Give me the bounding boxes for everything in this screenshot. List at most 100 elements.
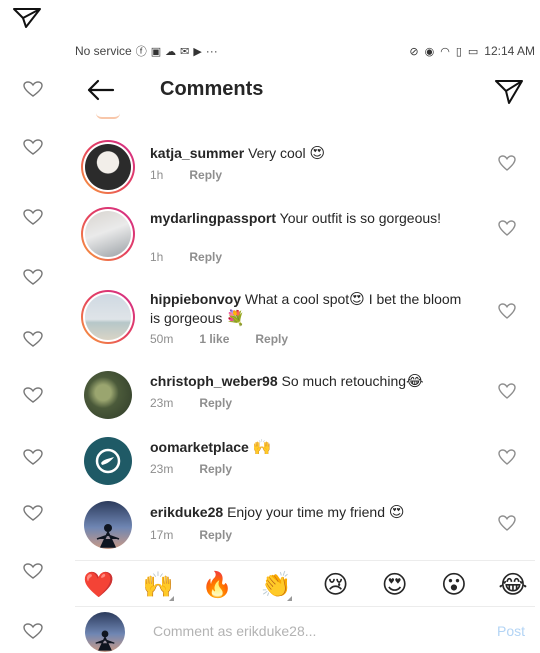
comment-item: christoph_weber98 So much retouching😂 23… — [75, 368, 535, 428]
comment-meta: 1h Reply — [150, 168, 222, 182]
like-count[interactable]: 1 like — [199, 332, 229, 346]
emoji-quick-bar: ❤️ 🙌 🔥 👏 😢 😍 😮 😂 — [75, 560, 535, 601]
marketplace-logo-icon — [95, 448, 121, 474]
share-button[interactable] — [493, 76, 525, 106]
facebook-icon: ⓕ — [135, 46, 147, 58]
comment-body: What a cool spot — [244, 291, 350, 307]
comment-time: 1h — [150, 250, 164, 264]
raising-hands-emoji: 🙌 — [252, 439, 272, 456]
comment-body: Very cool — [248, 145, 306, 161]
carrier-label: No service — [75, 44, 132, 58]
comment-time: 17m — [150, 528, 174, 542]
reply-button[interactable]: Reply — [199, 528, 232, 542]
comment-username[interactable]: christoph_weber98 — [150, 373, 278, 389]
emoji-fire[interactable]: 🔥 — [197, 571, 237, 599]
status-time: 12:14 AM — [484, 44, 535, 58]
comment-item: oomarketplace 🙌 23m Reply — [75, 432, 535, 492]
like-heart-icon[interactable] — [497, 302, 517, 320]
reply-button[interactable]: Reply — [199, 396, 232, 410]
avatar[interactable] — [84, 501, 132, 549]
emoji-red-heart[interactable]: ❤️ — [79, 571, 119, 599]
emoji-surprised-face[interactable]: 😮 — [434, 571, 474, 599]
comment-text: mydarlingpassport Your outfit is so gorg… — [150, 209, 470, 228]
emoji-heart-eyes[interactable]: 😍 — [375, 571, 415, 599]
comment-username[interactable]: katja_summer — [150, 145, 244, 161]
comment-username[interactable]: erikduke28 — [150, 504, 223, 520]
own-avatar — [85, 612, 125, 652]
wifi-icon: ◠ — [440, 45, 450, 58]
reply-button[interactable]: Reply — [189, 168, 222, 182]
comment-text: hippiebonvoy What a cool spot😍 I bet the… — [150, 290, 470, 328]
avatar[interactable] — [81, 290, 135, 344]
heart-outline-icon[interactable] — [22, 138, 44, 156]
comment-username[interactable]: hippiebonvoy — [150, 291, 241, 307]
play-icon: ▶ — [193, 45, 202, 58]
heart-outline-icon[interactable] — [22, 268, 44, 286]
paper-plane-icon — [495, 80, 523, 104]
comment-text: erikduke28 Enjoy your time my friend 😍 — [150, 503, 470, 522]
reply-button[interactable]: Reply — [199, 462, 232, 476]
avatar[interactable] — [84, 437, 132, 485]
like-heart-icon[interactable] — [497, 514, 517, 532]
comment-time: 50m — [150, 332, 174, 346]
heart-outline-icon[interactable] — [22, 504, 44, 522]
s-app-icon: ▣ — [150, 45, 162, 58]
like-heart-icon[interactable] — [497, 154, 517, 172]
heart-eyes-emoji: 😍 — [349, 291, 365, 308]
comment-body: Enjoy your time my friend — [227, 504, 386, 520]
heart-outline-icon[interactable] — [22, 448, 44, 466]
like-heart-icon[interactable] — [497, 219, 517, 237]
heart-outline-icon[interactable] — [22, 208, 44, 226]
reply-button[interactable]: Reply — [189, 250, 222, 264]
comment-text: oomarketplace 🙌 — [150, 438, 470, 457]
mail-icon: ✉ — [180, 45, 190, 58]
arrow-left-icon — [87, 79, 115, 101]
comment-meta: 1h Reply — [150, 250, 222, 264]
paper-plane-icon[interactable] — [12, 6, 42, 30]
avatar[interactable] — [81, 140, 135, 194]
comment-item: katja_summer Very cool 😍 1h Reply — [75, 140, 535, 200]
comment-time: 23m — [150, 396, 174, 410]
heart-eyes-emoji: 😍 — [309, 145, 326, 162]
heart-outline-icon[interactable] — [22, 330, 44, 348]
cloud-icon: ☁ — [165, 45, 177, 58]
laughing-emoji: 😂 — [406, 373, 424, 390]
comment-composer: Post — [75, 606, 535, 653]
heart-outline-icon[interactable] — [22, 80, 44, 98]
heart-outline-icon[interactable] — [22, 622, 44, 640]
post-button[interactable]: Post — [497, 623, 525, 639]
clapping-hands-emoji: 👏 — [260, 570, 292, 599]
more-notifications: ··· — [205, 44, 218, 58]
comment-time: 1h — [150, 168, 164, 182]
heart-outline-icon[interactable] — [22, 386, 44, 404]
like-heart-icon[interactable] — [497, 448, 517, 466]
comment-username[interactable]: mydarlingpassport — [150, 210, 276, 226]
reply-button[interactable]: Reply — [255, 332, 288, 346]
comment-meta: 17m Reply — [150, 528, 232, 542]
like-heart-icon[interactable] — [497, 382, 517, 400]
avatar[interactable] — [81, 207, 135, 261]
comment-item: erikduke28 Enjoy your time my friend 😍 1… — [75, 498, 535, 558]
comment-time: 23m — [150, 462, 174, 476]
comment-input[interactable] — [153, 619, 453, 643]
comment-meta: 23m Reply — [150, 396, 232, 410]
mute-icon: ⊘ — [409, 45, 419, 58]
skin-tone-indicator — [287, 595, 293, 601]
avatar[interactable] — [84, 371, 132, 419]
emoji-crying-face[interactable]: 😢 — [316, 571, 356, 599]
comment-username[interactable]: oomarketplace — [150, 439, 249, 455]
comment-text: katja_summer Very cool 😍 — [150, 144, 470, 163]
heart-outline-icon[interactable] — [22, 562, 44, 580]
meditating-silhouette-icon — [95, 630, 115, 651]
emoji-clapping-hands[interactable]: 👏 — [256, 570, 296, 601]
previous-avatar-edge — [96, 113, 120, 119]
skin-tone-indicator — [169, 595, 175, 601]
back-button[interactable] — [85, 76, 117, 104]
heart-eyes-emoji: 😍 — [388, 504, 405, 521]
sim-icon: ▯ — [455, 45, 462, 58]
emoji-laughing-face[interactable]: 😂 — [493, 571, 533, 599]
battery-icon: ▭ — [467, 45, 479, 58]
emoji-raising-hands[interactable]: 🙌 — [138, 570, 178, 601]
raising-hands-emoji: 🙌 — [142, 570, 174, 599]
comment-body: So much retouching — [281, 373, 407, 389]
